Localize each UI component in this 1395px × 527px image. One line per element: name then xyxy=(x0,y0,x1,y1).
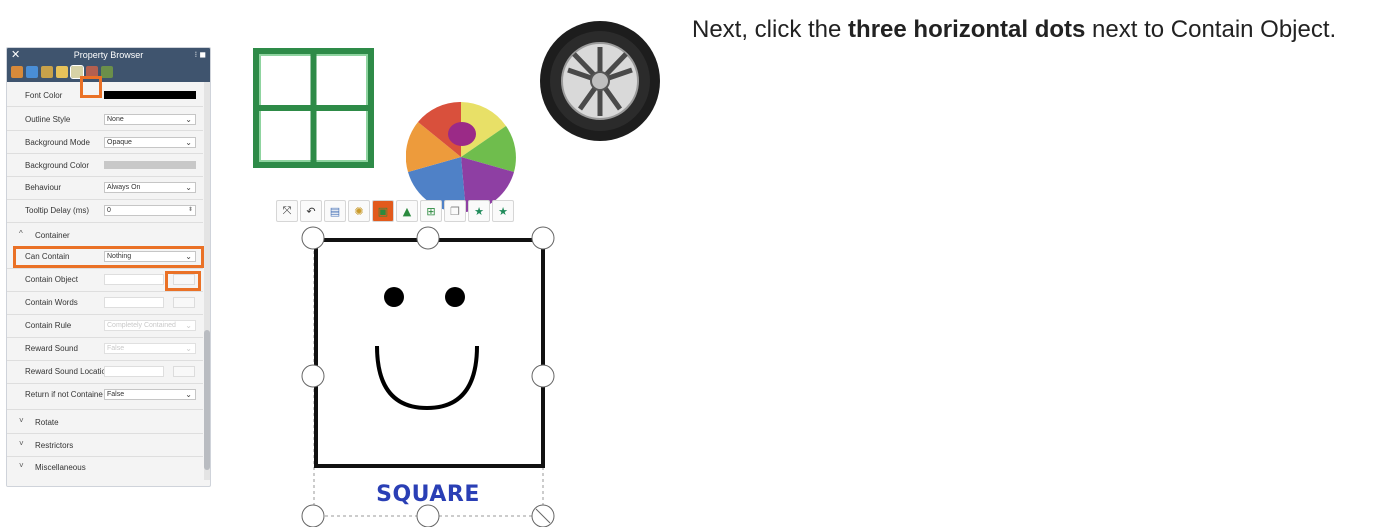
undo-icon[interactable]: ↶ xyxy=(300,200,322,222)
behaviour-value: Always On xyxy=(107,184,141,191)
chevron-down-icon: ⌄ xyxy=(185,321,192,330)
reward-sound-label: Reward Sound xyxy=(25,344,78,353)
row-background-color: Background Color xyxy=(7,159,203,175)
highlight-toolbar-icon xyxy=(80,76,102,98)
window-object[interactable] xyxy=(253,48,374,168)
tooltip-delay-spinbox[interactable]: 0 ⬍ xyxy=(104,205,196,216)
outline-style-label: Outline Style xyxy=(25,115,71,124)
panel-title-bar: ✕ Property Browser ⁝ ◼ xyxy=(7,48,210,62)
reward-sound-value: False xyxy=(107,345,125,352)
section-miscellaneous[interactable]: ˅ Miscellaneous xyxy=(7,460,203,476)
picture-icon[interactable] xyxy=(11,66,23,78)
contain-object-label: Contain Object xyxy=(25,275,78,284)
contain-object-field[interactable] xyxy=(104,274,164,285)
square-label: SQUARE xyxy=(376,482,480,507)
properties-icon[interactable]: ▤ xyxy=(324,200,346,222)
object-toolbar: ⤧ ↶ ▤ ✺ ▣ ▲ ⊞ ❐ ★ ★ xyxy=(276,200,514,224)
copy-icon[interactable]: ❐ xyxy=(444,200,466,222)
row-font-color: Font Color xyxy=(7,89,203,105)
font-color-swatch[interactable] xyxy=(104,91,196,99)
highlight-more-button xyxy=(165,271,201,291)
house-icon[interactable] xyxy=(41,66,53,78)
reward-sound-location-field[interactable] xyxy=(104,366,164,377)
instruction-text: Next, click the three horizontal dots ne… xyxy=(692,14,1392,45)
chevron-down-icon: ⌄ xyxy=(185,138,192,147)
tooltip-delay-label: Tooltip Delay (ms) xyxy=(25,206,90,215)
background-mode-value: Opaque xyxy=(107,139,132,146)
contain-words-field[interactable] xyxy=(104,297,164,308)
spinner-arrows-icon[interactable]: ⬍ xyxy=(188,206,193,215)
chevron-down-icon: ˅ xyxy=(19,439,24,448)
tooltip-delay-value: 0 xyxy=(107,207,111,214)
chevron-down-icon: ˅ xyxy=(19,461,24,470)
fullscreen-icon[interactable]: ⤧ xyxy=(276,200,298,222)
section-rotate[interactable]: ˅ Rotate xyxy=(7,415,203,431)
background-mode-label: Background Mode xyxy=(25,138,90,147)
outline-style-select[interactable]: None ⌄ xyxy=(104,114,196,125)
chevron-down-icon: ⌄ xyxy=(185,390,192,399)
star-up-icon[interactable]: ★ xyxy=(468,200,490,222)
star-down-icon[interactable]: ★ xyxy=(492,200,514,222)
chevron-down-icon: ˅ xyxy=(19,416,24,425)
chevron-down-icon: ⌄ xyxy=(185,344,192,353)
return-if-not-contained-value: False xyxy=(107,391,125,398)
section-miscellaneous-label: Miscellaneous xyxy=(35,463,86,472)
row-behaviour: Behaviour Always On ⌄ xyxy=(7,181,203,197)
instruction-suffix: next to Contain Object. xyxy=(1085,16,1337,43)
layers-icon[interactable]: ▣ xyxy=(372,200,394,222)
contain-words-label: Contain Words xyxy=(25,298,78,307)
behaviour-label: Behaviour xyxy=(25,183,62,192)
outline-style-value: None xyxy=(107,116,124,123)
chevron-down-icon: ⌄ xyxy=(185,115,192,124)
contain-rule-value: Completely Contained xyxy=(107,322,176,329)
contain-rule-select[interactable]: Completely Contained ⌄ xyxy=(104,320,196,331)
reward-sound-location-more-button[interactable] xyxy=(173,366,195,377)
tire-object[interactable] xyxy=(538,18,662,144)
reward-sound-location-label: Reward Sound Locatio xyxy=(25,367,106,376)
background-color-swatch[interactable] xyxy=(104,161,196,169)
sparkle-icon[interactable]: ✺ xyxy=(348,200,370,222)
row-contain-rule: Contain Rule Completely Contained ⌄ xyxy=(7,319,203,335)
section-restrictors[interactable]: ˅ Restrictors xyxy=(7,438,203,454)
row-reward-sound-location: Reward Sound Locatio xyxy=(7,365,203,381)
align-up-icon[interactable]: ▲ xyxy=(396,200,418,222)
background-color-label: Background Color xyxy=(25,161,90,170)
person-icon[interactable] xyxy=(101,66,113,78)
instruction-bold: three horizontal dots xyxy=(848,16,1086,43)
return-if-not-contained-label: Return if not Containe xyxy=(25,390,103,399)
row-contain-words: Contain Words xyxy=(7,296,203,312)
scrollbar-thumb[interactable] xyxy=(204,330,210,470)
row-outline-style: Outline Style None ⌄ xyxy=(7,113,203,129)
panel-toolbar xyxy=(7,62,210,82)
contain-rule-label: Contain Rule xyxy=(25,321,72,330)
section-container[interactable]: ^ Container xyxy=(7,228,203,244)
row-background-mode: Background Mode Opaque ⌄ xyxy=(7,136,203,152)
behaviour-select[interactable]: Always On ⌄ xyxy=(104,182,196,193)
paint-icon[interactable] xyxy=(26,66,38,78)
note-icon[interactable] xyxy=(56,66,68,78)
reward-sound-select[interactable]: False ⌄ xyxy=(104,343,196,354)
section-restrictors-label: Restrictors xyxy=(35,441,74,450)
highlight-can-contain xyxy=(13,246,204,268)
row-reward-sound: Reward Sound False ⌄ xyxy=(7,342,203,358)
close-icon[interactable]: ✕ xyxy=(11,48,20,62)
row-return-if-not-contained: Return if not Containe False ⌄ xyxy=(7,388,203,404)
chevron-up-icon: ^ xyxy=(19,229,23,238)
chevron-down-icon: ⌄ xyxy=(185,183,192,192)
instruction-prefix: Next, click the xyxy=(692,16,849,43)
section-container-label: Container xyxy=(35,231,70,240)
section-rotate-label: Rotate xyxy=(35,418,59,427)
contain-words-more-button[interactable] xyxy=(173,297,195,308)
beach-ball-object[interactable] xyxy=(406,102,516,212)
row-tooltip-delay: Tooltip Delay (ms) 0 ⬍ xyxy=(7,204,203,220)
return-if-not-contained-select[interactable]: False ⌄ xyxy=(104,389,196,400)
align-grid-icon[interactable]: ⊞ xyxy=(420,200,442,222)
panel-controls-icon[interactable]: ⁝ ◼ xyxy=(195,48,206,62)
panel-title: Property Browser xyxy=(73,50,144,60)
background-mode-select[interactable]: Opaque ⌄ xyxy=(104,137,196,148)
